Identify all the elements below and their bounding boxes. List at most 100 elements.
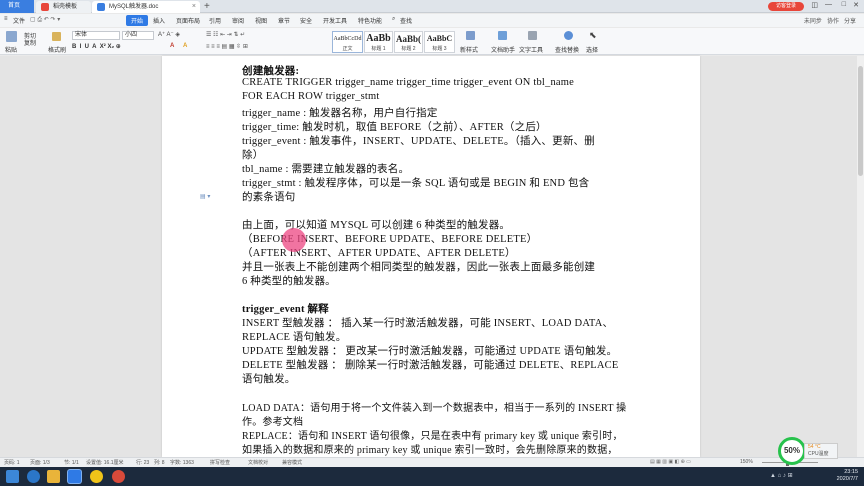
text-tools-button[interactable]: 文字工具 [519,45,543,54]
sync-status[interactable]: 未同步 [804,19,822,25]
format-painter-button[interactable]: 格式刷 [48,45,66,54]
scrollbar-thumb[interactable] [858,66,863,176]
status-spell-check[interactable]: 拼写检查 [210,459,230,466]
menu-file[interactable]: 文件 [13,16,25,25]
add-tab-icon[interactable]: + [204,0,210,13]
doc-line-18: trigger_event 解释 [242,304,329,315]
menu-security[interactable]: 安全 [300,16,312,25]
guest-login-badge[interactable]: 访客登录 [768,2,804,11]
menu-view[interactable]: 视图 [255,16,267,25]
memory-usage-ring: 50% [778,437,806,465]
quick-access-icons[interactable]: ▢ ⎙ ↶ ↷ ▾ [30,16,60,24]
close-window-icon[interactable]: ✕ [853,1,859,9]
doc-line-3: FOR EACH ROW trigger_stmt [242,91,380,102]
media-app-icon[interactable] [90,470,103,483]
font-size-buttons[interactable]: A⁺ A⁻ ◈ [158,31,180,38]
style-normal-sample: AaBbCcDd [333,36,362,42]
document-area[interactable]: 创建触发器: CREATE TRIGGER trigger_name trigg… [0,56,864,457]
doc-line-28: 如果插入的数据和原来的 primary key 或 unique 索引一致时，会… [242,445,618,456]
highlight-button[interactable]: A [183,43,187,49]
tray-icons[interactable]: ▲ ⌂ ♪ ⊞ [770,472,793,479]
doc-assistant-button[interactable]: 文档助手 [491,45,515,54]
paste-label[interactable]: 粘贴 [5,45,17,54]
performance-widget[interactable]: 50% 54 °C CPU温度 [778,437,838,465]
document-page[interactable]: 创建触发器: CREATE TRIGGER trigger_name trigg… [162,56,700,457]
doc-line-14: （AFTER INSERT、AFTER UPDATE、AFTER DELETE） [242,248,516,259]
tab-template-label: 稻壳模板 [53,4,78,10]
view-mode-icons[interactable]: ▤ ▦ ▥ ▣ ◧ ⊕ ▭ [650,459,691,465]
tab-template[interactable]: 稻壳模板 [36,1,91,13]
file-explorer-icon[interactable] [47,470,60,483]
style-heading-1[interactable]: AaBb 标题 1 [364,31,393,53]
paragraph-layout-icon[interactable]: ▤ ▾ [200,193,210,200]
wps-writer-icon[interactable] [68,470,81,483]
font-format-buttons[interactable]: B I U A X² X₂ ⊕ [72,43,121,50]
clock-time: 23:15 [844,469,858,475]
doc-line-15: 并且一张表上不能创建两个相同类型的触发器，因此一张表上面最多能创建 [242,262,596,273]
paste-icon[interactable] [6,31,17,42]
style-heading-3[interactable]: AaBbC 标题 3 [424,31,455,53]
find-replace-icon[interactable] [564,31,573,40]
align-buttons[interactable]: ≡ ≡ ≡ ▤ ▦ ⇳ ⊞ [206,43,248,50]
select-button[interactable]: 选择 [586,45,598,54]
status-words[interactable]: 字数: 1363 [170,459,194,466]
doc-line-25: LOAD DATA：语句用于将一个文件装入到一个数据表中，相当于一系列的 INS… [242,403,627,414]
maximize-icon[interactable]: □ [842,1,846,8]
start-icon[interactable] [6,470,19,483]
menu-references[interactable]: 引用 [209,16,221,25]
share-button[interactable]: 分享 [844,19,856,25]
mouse-pointer-highlight [282,228,306,252]
status-col[interactable]: 列: 8 [154,459,165,466]
menu-chapter[interactable]: 章节 [278,16,290,25]
vertical-scrollbar[interactable] [857,56,864,457]
format-painter-icon [52,32,61,41]
menu-search[interactable]: 查找 [400,16,412,25]
style-normal[interactable]: AaBbCcDd 正文 [332,31,363,53]
system-clock[interactable]: 23:15 2020/7/7 [837,469,858,483]
menu-insert[interactable]: 插入 [153,16,165,25]
select-cursor-icon[interactable]: ⬉ [589,30,597,41]
new-style-icon[interactable] [466,31,475,40]
record-app-icon[interactable] [112,470,125,483]
font-color-button[interactable]: A [170,43,174,49]
status-row[interactable]: 行: 23 [136,459,149,466]
skin-icon[interactable]: ◫ [811,1,818,9]
style-normal-name: 正文 [342,46,353,52]
new-style-button[interactable]: 新样式 [460,45,478,54]
find-replace-button[interactable]: 查找替换 [555,45,579,54]
status-section[interactable]: 节: 1/1 [64,459,79,466]
menu-developer[interactable]: 开发工具 [323,16,347,25]
font-name-select[interactable]: 宋体 [72,31,120,40]
doc-assistant-icon[interactable] [498,31,507,40]
copy-button[interactable]: 复制 [24,38,36,47]
doc-line-16: 6 种类型的触发器。 [242,276,336,287]
list-buttons[interactable]: ☰ ☷ ⇤ ⇥ ⇅ ↵ [206,31,245,38]
hamburger-icon[interactable]: ≡ [4,16,8,22]
text-tools-icon[interactable] [528,31,537,40]
template-icon [41,3,49,11]
menu-features[interactable]: 特色功能 [358,16,382,25]
tab-home[interactable]: 首页 [0,0,34,13]
close-icon[interactable]: × [192,1,196,13]
doc-line-19: INSERT 型触发器 ： 插入某一行时激活触发器，可能 INSERT、LOAD… [242,318,614,329]
doc-line-20: REPLACE 语句触发。 [242,332,347,343]
menu-page-layout[interactable]: 页面布局 [176,16,200,25]
minimize-icon[interactable]: — [825,1,832,8]
tab-bar: 首页 稻壳模板 MySQL触发器.doc × + 访客登录 ◫ — □ ✕ [0,0,864,13]
menu-review[interactable]: 审阅 [232,16,244,25]
status-page[interactable]: 页码: 1 [4,459,20,466]
tab-document[interactable]: MySQL触发器.doc × [92,1,200,13]
style-heading-2[interactable]: AaBb( 标题 2 [394,31,423,53]
search-icon[interactable]: ⌕ [392,16,395,23]
menu-start[interactable]: 开始 [126,15,149,26]
status-compat-mode: 兼容模式 [282,460,303,466]
ie-browser-icon[interactable] [27,470,40,483]
doc-line-8: tbl_name : 需要建立触发器的表名。 [242,164,410,175]
status-setting[interactable]: 设置值: 16.1厘米 [86,459,124,466]
status-pages[interactable]: 页面: 1/3 [30,459,50,466]
status-proofread[interactable]: 文档校对 [248,459,268,466]
zoom-level[interactable]: 150% [740,459,753,465]
collaborate-button[interactable]: 协作 [827,19,839,25]
font-size-select[interactable]: 小四 [122,31,154,40]
style-heading-1-sample: AaBb [366,33,391,44]
